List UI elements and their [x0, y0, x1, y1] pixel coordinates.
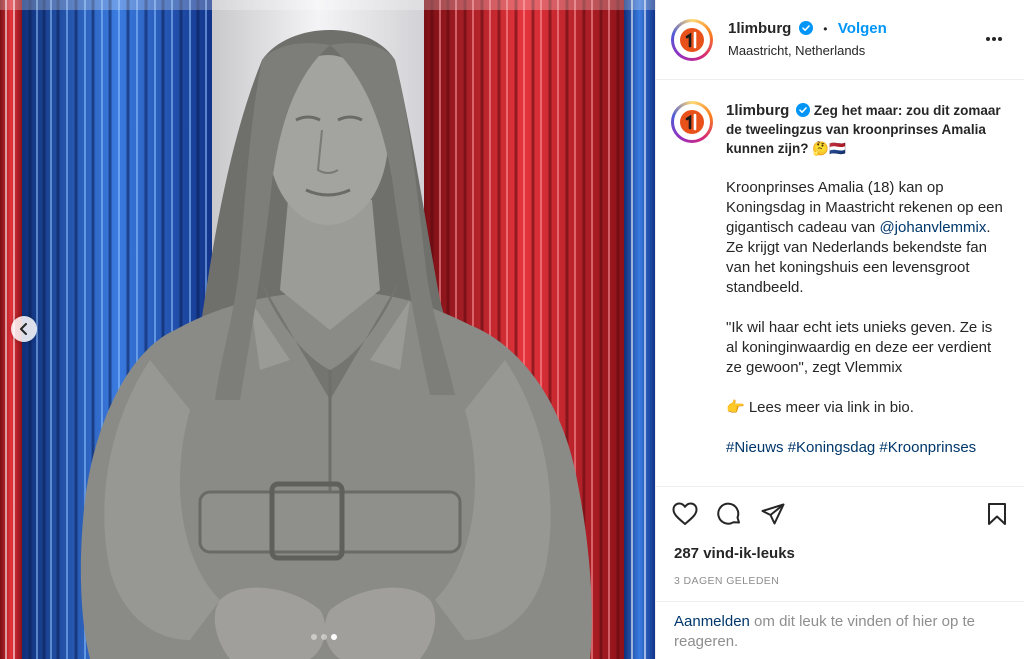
comment-button[interactable]: [716, 501, 742, 527]
verified-badge-icon: [796, 103, 811, 117]
share-icon: [761, 503, 785, 525]
like-count[interactable]: 287 vind-ik-leuks: [674, 545, 795, 562]
more-options-button[interactable]: [985, 29, 1003, 47]
hashtag-links[interactable]: #Nieuws #Koningsdag #Kroonprinses: [726, 438, 1008, 458]
like-button[interactable]: [672, 501, 698, 527]
caption-section: 1limburg Zeg het maar: zou dit zomaar de…: [656, 81, 1024, 486]
author-username[interactable]: 1limburg: [728, 20, 791, 37]
statue-figure: [80, 30, 592, 659]
login-prompt: Aanmelden om dit leuk te vinden of hier …: [656, 601, 1024, 659]
avatar[interactable]: [671, 18, 713, 61]
mention-link[interactable]: @johanvlemmix: [879, 219, 986, 236]
login-link[interactable]: Aanmelden: [674, 613, 750, 630]
post-timestamp: 3 DAGEN GELEDEN: [674, 575, 780, 587]
carousel-dot: [321, 634, 327, 640]
bookmark-icon: [988, 503, 1006, 525]
carousel-indicator: [311, 634, 337, 640]
caption-paragraph-2: "Ik wil haar echt iets unieks geven. Ze …: [726, 319, 993, 376]
post-caption: 1limburg Zeg het maar: zou dit zomaar de…: [726, 101, 1008, 486]
chevron-left-icon: [20, 323, 27, 335]
post-image[interactable]: [0, 0, 655, 659]
comment-icon: [717, 502, 740, 525]
caption-paragraph-3: 👉 Lees meer via link in bio.: [726, 399, 914, 416]
post-location[interactable]: Maastricht, Netherlands: [728, 43, 887, 59]
caption-avatar[interactable]: [671, 101, 713, 143]
verified-badge-icon: [798, 21, 813, 36]
follow-button[interactable]: Volgen: [838, 20, 887, 37]
post-details-panel: 1limburg • Volgen Maastricht, Netherland…: [655, 0, 1024, 659]
more-horizontal-icon: [986, 37, 1002, 41]
carousel-dot-active: [331, 634, 337, 640]
save-button[interactable]: [987, 502, 1007, 531]
brand-logo: [674, 104, 710, 140]
separator-dot: •: [823, 22, 828, 37]
heart-icon: [672, 502, 698, 525]
caption-paragraph-1: Kroonprinses Amalia (18) kan op Koningsd…: [726, 178, 1008, 298]
brand-logo: [674, 21, 710, 58]
caption-username[interactable]: 1limburg: [726, 102, 789, 119]
previous-slide-button[interactable]: [11, 316, 37, 342]
carousel-dot: [311, 634, 317, 640]
post-header: 1limburg • Volgen Maastricht, Netherland…: [656, 0, 1024, 80]
action-bar: [656, 486, 1024, 541]
share-button[interactable]: [760, 501, 786, 527]
